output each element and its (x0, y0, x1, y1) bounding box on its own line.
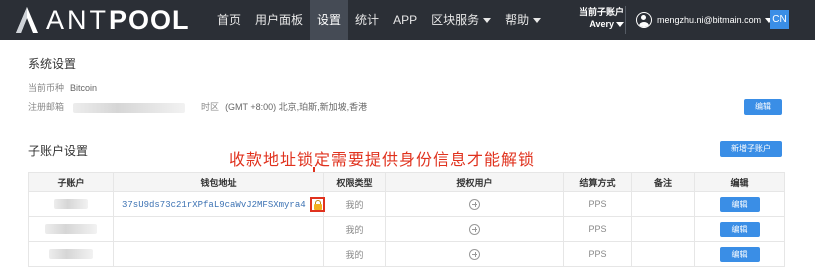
settlement-cell: PPS (563, 191, 632, 217)
wallet-address-cell: 37sU9ds73c21rXPfaL9caWvJ2MFSXmyra4 (113, 191, 325, 217)
email-label: 注册邮箱 (28, 102, 65, 112)
col-note: 备注 (631, 172, 695, 192)
menu-block-service-label: 区块服务 (431, 13, 480, 27)
add-user-icon[interactable] (469, 248, 480, 260)
menu-help[interactable]: 帮助 (498, 0, 548, 40)
settlement-cell: PPS (563, 241, 632, 267)
edit-cell: 编辑 (694, 241, 785, 267)
system-edit-button[interactable]: 编辑 (744, 99, 782, 115)
currency-label: 当前币种 (28, 83, 65, 93)
col-authorized-user: 授权用户 (385, 172, 564, 192)
table-header-row: 子账户 钱包地址 权限类型 授权用户 结算方式 备注 编辑 (28, 172, 785, 192)
subaccount-switcher[interactable]: 当前子账户 Avery (568, 6, 624, 30)
subaccount-name-redacted (28, 191, 114, 217)
logo-text-ant: ANT (46, 5, 109, 35)
language-switch-button[interactable]: CN (770, 10, 789, 29)
system-settings-title: 系统设置 (28, 57, 77, 71)
subaccount-label: 当前子账户 (578, 7, 624, 17)
lock-annotation: 收款地址锁定需要提供身份信息才能解锁 (229, 152, 536, 169)
user-avatar-icon (636, 12, 652, 28)
note-cell (631, 216, 695, 242)
menu-block-service[interactable]: 区块服务 (424, 0, 498, 40)
col-edit: 编辑 (694, 172, 785, 192)
chevron-down-icon (533, 18, 542, 24)
row-edit-button[interactable]: 编辑 (719, 246, 760, 262)
menu-app[interactable]: APP (386, 0, 424, 40)
permission-cell: 我的 (323, 216, 386, 242)
chevron-down-icon (616, 22, 624, 28)
logo-text-pool: POOL (109, 5, 190, 35)
permission-cell: 我的 (323, 241, 386, 267)
permission-cell: 我的 (323, 191, 386, 217)
settlement-cell: PPS (563, 216, 632, 242)
col-settlement: 结算方式 (563, 172, 632, 192)
menu-stats[interactable]: 统计 (348, 0, 386, 40)
menu-dashboard[interactable]: 用户面板 (248, 0, 310, 40)
subaccount-value: Avery (589, 19, 614, 29)
col-permission: 权限类型 (323, 172, 386, 192)
subaccount-settings-title: 子账户设置 (28, 144, 89, 158)
authorized-user-cell (385, 241, 564, 267)
ant-logo-icon (16, 7, 38, 33)
note-cell (631, 241, 695, 267)
email-value-redacted (72, 102, 185, 113)
row-edit-button[interactable]: 编辑 (719, 221, 760, 237)
lock-icon (309, 196, 325, 212)
table-row: 我的 PPS 编辑 (28, 241, 785, 267)
authorized-user-cell (385, 216, 564, 242)
subaccount-table: 子账户 钱包地址 权限类型 授权用户 结算方式 备注 编辑 37sU9ds73c… (28, 172, 785, 267)
edit-cell: 编辑 (694, 216, 785, 242)
menu-settings[interactable]: 设置 (310, 0, 349, 40)
note-cell (631, 191, 695, 217)
wallet-address-cell (113, 241, 324, 267)
currency-value: Bitcoin (70, 83, 98, 93)
top-navbar: ANTPOOL 首页 用户面板 设置 统计 APP 区块服务 帮助 当前子账户 … (0, 0, 815, 40)
table-row: 37sU9ds73c21rXPfaL9caWvJ2MFSXmyra4 我的 PP… (28, 191, 785, 217)
user-menu[interactable]: mengzhu.ni@bitmain.com (636, 0, 774, 40)
row-edit-button[interactable]: 编辑 (719, 196, 760, 212)
currency-row: 当前币种 Bitcoin (28, 81, 97, 94)
email-row: 注册邮箱 时区 (GMT +8:00) 北京,珀斯,新加坡,香港 (28, 100, 367, 113)
main-menu: 首页 用户面板 设置 统计 APP 区块服务 帮助 (210, 0, 548, 40)
wallet-address-cell (113, 216, 324, 242)
col-subaccount: 子账户 (28, 172, 114, 192)
add-user-icon[interactable] (469, 198, 480, 210)
add-user-icon[interactable] (469, 223, 480, 235)
menu-help-label: 帮助 (505, 13, 530, 27)
subaccount-name-redacted (28, 216, 114, 242)
nav-divider (625, 6, 626, 34)
table-row: 我的 PPS 编辑 (28, 216, 785, 242)
antpool-logo[interactable]: ANTPOOL (14, 2, 190, 38)
authorized-user-cell (385, 191, 564, 217)
wallet-address: 37sU9ds73c21rXPfaL9caWvJ2MFSXmyra4 (122, 199, 306, 210)
col-wallet-address: 钱包地址 (113, 172, 324, 192)
add-subaccount-button[interactable]: 新增子账户 (720, 141, 782, 157)
timezone-value: (GMT +8:00) 北京,珀斯,新加坡,香港 (225, 102, 368, 112)
chevron-down-icon (483, 18, 492, 24)
timezone-label: 时区 (201, 102, 220, 112)
user-email: mengzhu.ni@bitmain.com (657, 15, 762, 25)
edit-cell: 编辑 (694, 191, 785, 217)
subaccount-name-redacted (28, 241, 114, 267)
menu-home[interactable]: 首页 (210, 0, 248, 40)
